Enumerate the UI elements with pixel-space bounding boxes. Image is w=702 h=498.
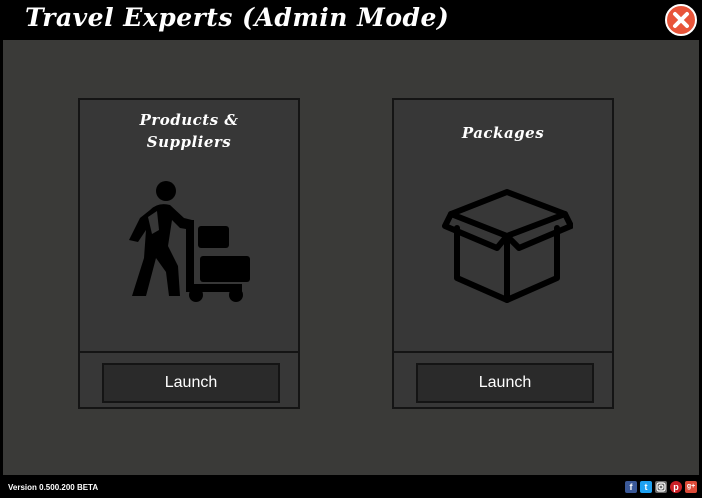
package-box-icon	[442, 189, 573, 303]
instagram-icon[interactable]	[655, 481, 667, 493]
facebook-icon[interactable]: f	[625, 481, 637, 493]
card-title: Products & Suppliers	[80, 109, 298, 153]
pinterest-icon[interactable]: p	[670, 481, 682, 493]
launch-products-suppliers-button[interactable]: Launch	[102, 363, 280, 403]
twitter-icon[interactable]: t	[640, 481, 652, 493]
card-title: Packages	[461, 124, 545, 142]
main-panel: Products & Suppliers Launch Packages Lau…	[3, 40, 699, 475]
version-label: Version 0.500.200 BETA	[8, 483, 99, 492]
packages-card: Packages Launch	[392, 98, 614, 409]
launch-packages-button[interactable]: Launch	[416, 363, 594, 403]
close-icon[interactable]	[665, 4, 697, 36]
worker-with-cart-icon	[129, 181, 250, 302]
google-plus-icon[interactable]: g+	[685, 481, 697, 493]
card-title-line: Products &	[139, 111, 239, 129]
products-suppliers-card: Products & Suppliers Launch	[78, 98, 300, 409]
card-content: Products & Suppliers	[80, 100, 298, 353]
card-content: Packages	[394, 100, 612, 353]
card-title-line: Suppliers	[146, 133, 232, 151]
title-bar: Travel Experts (Admin Mode)	[0, 0, 702, 40]
window-title: Travel Experts (Admin Mode)	[25, 3, 450, 32]
footer-bar: Version 0.500.200 BETA f t p g+	[0, 475, 702, 498]
instagram-glyph	[656, 482, 666, 492]
